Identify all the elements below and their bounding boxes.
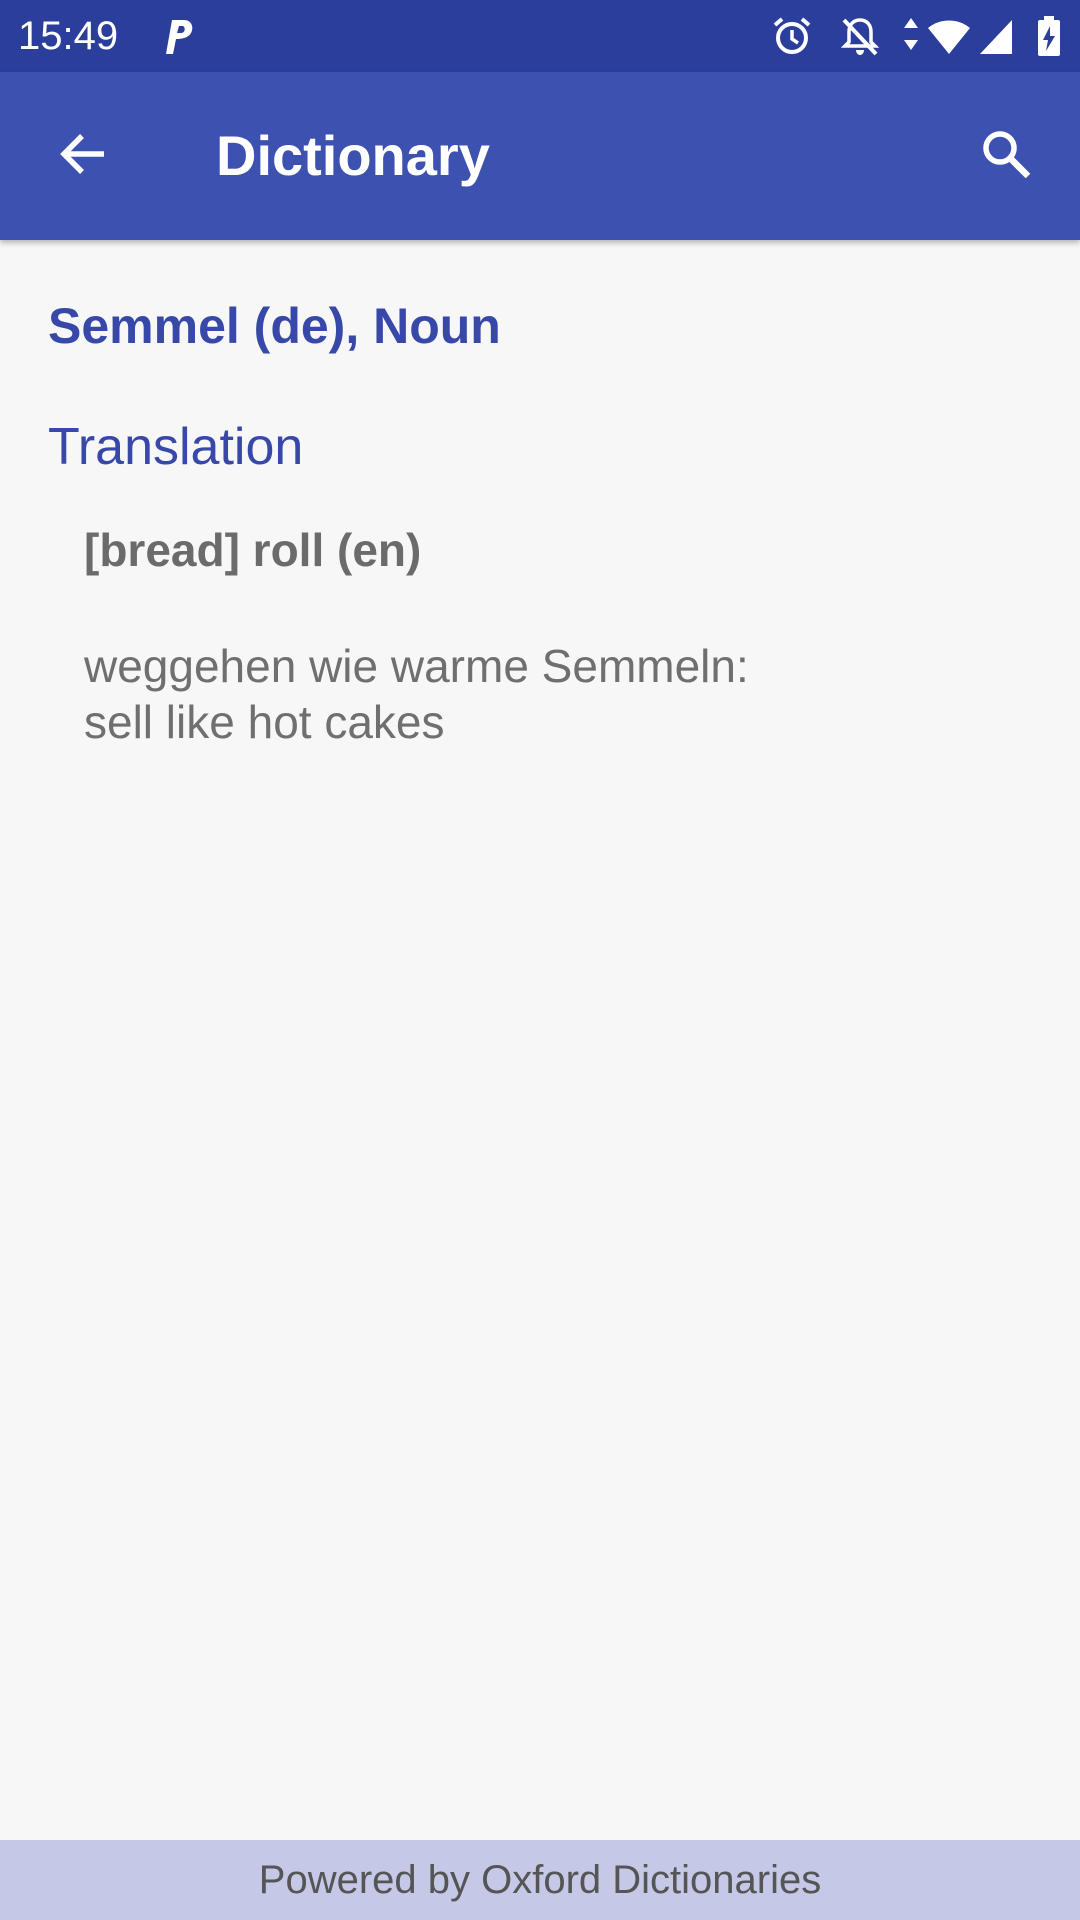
translation-text: [bread] roll (en) [84, 524, 422, 576]
section-title-translation: Translation [48, 418, 304, 476]
data-arrows-icon [902, 14, 920, 58]
battery-charging-icon [1036, 14, 1062, 58]
example-translation: sell like hot cakes [84, 696, 445, 748]
arrow-back-icon [58, 128, 110, 185]
attribution-text: Powered by Oxford Dictionaries [258, 1858, 822, 1902]
search-button[interactable] [962, 112, 1050, 200]
headword: Semmel (de), Noun [48, 298, 501, 354]
app-bar: Dictionary [0, 72, 1080, 240]
status-time: 15:49 [18, 14, 119, 58]
back-button[interactable] [40, 112, 128, 200]
status-bar: 15:49 [0, 0, 1080, 72]
alarm-icon [770, 14, 814, 58]
notifications-off-icon [838, 14, 882, 58]
page-title: Dictionary [216, 124, 490, 187]
parking-notification-icon [160, 14, 196, 58]
example-source: weggehen wie warme Semmeln: [84, 640, 749, 692]
attribution-footer: Powered by Oxford Dictionaries [0, 1840, 1080, 1920]
cell-signal-icon [978, 14, 1014, 58]
wifi-icon [926, 14, 972, 58]
example-phrase: weggehen wie warme Semmeln: sell like ho… [84, 638, 749, 750]
search-icon [978, 126, 1034, 187]
